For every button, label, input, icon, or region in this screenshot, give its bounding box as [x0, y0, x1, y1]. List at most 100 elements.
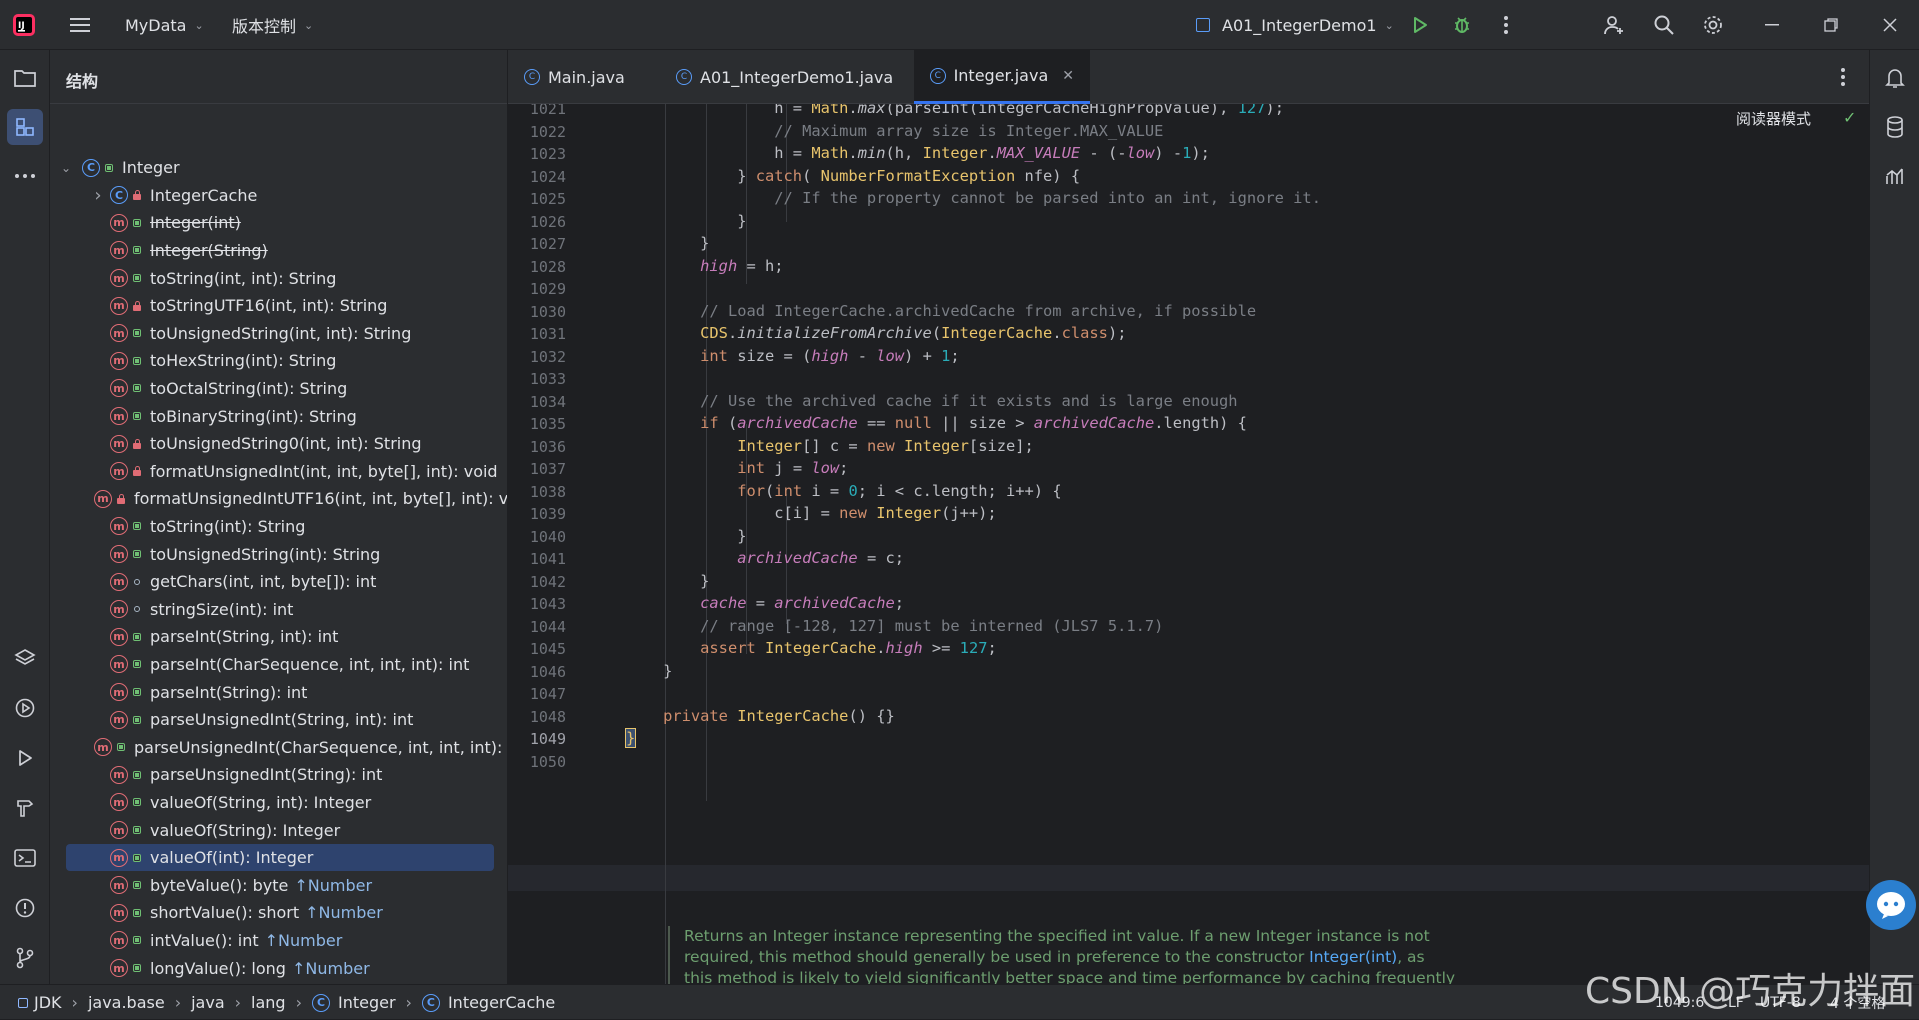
tree-item[interactable]: m valueOf(int): Integer	[66, 843, 494, 872]
breadcrumb-item[interactable]: Integer	[338, 993, 396, 1012]
line-number[interactable]: 1041	[508, 550, 566, 568]
code-line[interactable]: // Load IntegerCache.archivedCache from …	[626, 302, 1256, 320]
code-line[interactable]: }	[626, 234, 709, 252]
code-line[interactable]: }	[624, 728, 637, 748]
add-user-icon[interactable]	[1594, 0, 1634, 50]
code-line[interactable]: int j = low;	[626, 459, 848, 477]
code-line[interactable]: high = h;	[626, 257, 783, 275]
tree-item[interactable]: m formatUnsignedInt(int, int, byte[], int…	[50, 458, 500, 486]
tree-item[interactable]: m parseInt(String, int): int	[50, 623, 500, 651]
code-line[interactable]: // Use the archived cache if it exists a…	[626, 392, 1237, 410]
code-line[interactable]: // If the property cannot be parsed into…	[626, 189, 1321, 207]
tree-item[interactable]: › C IntegerCache	[50, 182, 500, 210]
tree-root-integer[interactable]: ⌄ C Integer	[50, 154, 500, 182]
code-line[interactable]: CDS.initializeFromArchive(IntegerCache.c…	[626, 324, 1126, 342]
line-number[interactable]: 1022	[508, 123, 566, 141]
tree-item[interactable]: m intValue(): int ↑Number	[50, 927, 500, 955]
line-number[interactable]: 1024	[508, 168, 566, 186]
breadcrumb-item[interactable]: IntegerCache	[448, 993, 555, 1012]
tree-item[interactable]: m longValue(): long ↑Number	[50, 954, 500, 982]
project-selector[interactable]: MyData ⌄	[125, 0, 204, 50]
line-number[interactable]: 1035	[508, 415, 566, 433]
tab-integer-java[interactable]: C Integer.java ✕	[914, 50, 1090, 104]
code-line[interactable]: int size = (high - low) + 1;	[626, 347, 960, 365]
line-number[interactable]: 1021	[508, 104, 566, 118]
tree-item[interactable]: m byteValue(): byte ↑Number	[50, 872, 500, 900]
chevron-down-icon[interactable]: ⌄	[58, 161, 74, 175]
close-icon[interactable]	[1870, 0, 1910, 50]
tree-item[interactable]: m shortValue(): short ↑Number	[50, 899, 500, 927]
code-line[interactable]: private IntegerCache() {}	[626, 707, 895, 725]
run-icon[interactable]	[1400, 0, 1440, 50]
tree-item[interactable]: m getChars(int, int, byte[]): int	[50, 568, 500, 596]
tree-item[interactable]: m parseUnsignedInt(CharSequence, int, int…	[50, 734, 507, 762]
tab-main-java[interactable]: C Main.java	[508, 50, 658, 104]
line-number[interactable]: 1029	[508, 280, 566, 298]
tree-item[interactable]: m formatUnsignedIntUTF16(int, int, byte[]…	[50, 485, 507, 513]
line-number[interactable]: 1026	[508, 213, 566, 231]
code-line[interactable]: // Maximum array size is Integer.MAX_VAL…	[626, 122, 1163, 140]
problems-icon[interactable]	[7, 890, 43, 926]
tree-item[interactable]: m toUnsignedString(int, int): String	[50, 320, 500, 348]
code-line[interactable]: archivedCache = c;	[626, 549, 904, 567]
tree-item[interactable]: m toBinaryString(int): String	[50, 402, 500, 430]
tree-item[interactable]: m valueOf(String): Integer	[50, 816, 500, 844]
line-number[interactable]: 1039	[508, 505, 566, 523]
assistant-avatar-icon[interactable]	[1866, 880, 1916, 930]
git-branch-icon[interactable]	[7, 940, 43, 976]
code-line[interactable]: for(int i = 0; i < c.length; i++) {	[626, 482, 1061, 500]
line-number[interactable]: 1050	[508, 753, 566, 771]
run-tool-icon[interactable]	[7, 740, 43, 776]
profiler-icon[interactable]	[1877, 158, 1913, 194]
code-line[interactable]: }	[626, 662, 672, 680]
line-number[interactable]: 1027	[508, 235, 566, 253]
line-number[interactable]: 1043	[508, 595, 566, 613]
code-editor[interactable]: 1021 h = Math.max(parseInt(integerCacheH…	[508, 104, 1869, 984]
code-line[interactable]: assert IntegerCache.high >= 127;	[626, 639, 997, 657]
tab-options-icon[interactable]	[1823, 52, 1863, 102]
code-line[interactable]: cache = archivedCache;	[626, 594, 904, 612]
code-line[interactable]: }	[626, 572, 709, 590]
line-number[interactable]: 1048	[508, 708, 566, 726]
structure-icon[interactable]	[7, 109, 43, 145]
line-number[interactable]: 1034	[508, 393, 566, 411]
code-line[interactable]: }	[626, 212, 746, 230]
breadcrumb-item[interactable]: JDK	[34, 993, 62, 1012]
inspection-ok-icon[interactable]: ✓	[1843, 108, 1856, 127]
line-number[interactable]: 1038	[508, 483, 566, 501]
more-actions-icon[interactable]	[1486, 0, 1526, 50]
tree-item[interactable]: m toStringUTF16(int, int): String	[50, 292, 500, 320]
notifications-bell-icon[interactable]	[1877, 60, 1913, 96]
line-number[interactable]: 1031	[508, 325, 566, 343]
line-number[interactable]: 1033	[508, 370, 566, 388]
terminal-icon[interactable]	[7, 840, 43, 876]
line-number[interactable]: 1044	[508, 618, 566, 636]
line-number[interactable]: 1036	[508, 438, 566, 456]
line-number[interactable]: 1023	[508, 145, 566, 163]
breadcrumb-item[interactable]: lang	[251, 993, 286, 1012]
close-tab-icon[interactable]: ✕	[1062, 68, 1074, 84]
tree-item[interactable]: m toUnsignedString0(int, int): String	[50, 430, 500, 458]
minimize-icon[interactable]	[1752, 0, 1792, 50]
line-number[interactable]: 1032	[508, 348, 566, 366]
line-number[interactable]: 1037	[508, 460, 566, 478]
vcs-selector[interactable]: 版本控制 ⌄	[232, 0, 313, 50]
line-number[interactable]: 1042	[508, 573, 566, 591]
code-line[interactable]: h = Math.max(parseInt(integerCacheHighPr…	[626, 104, 1284, 117]
line-number[interactable]: 1047	[508, 685, 566, 703]
run-config-selector[interactable]: A01_IntegerDemo1 ⌄	[1196, 0, 1394, 50]
debug-icon[interactable]	[1442, 0, 1482, 50]
code-line[interactable]: Integer[] c = new Integer[size];	[626, 437, 1034, 455]
search-icon[interactable]	[1644, 0, 1684, 50]
tree-item[interactable]: m parseInt(CharSequence, int, int, int): …	[50, 651, 500, 679]
more-tools-icon[interactable]	[7, 158, 43, 194]
build-hammer-icon[interactable]	[7, 790, 43, 826]
code-line[interactable]: }	[626, 527, 746, 545]
settings-gear-icon[interactable]	[1693, 0, 1733, 50]
breadcrumb-item[interactable]: java.base	[88, 993, 165, 1012]
project-folder-icon[interactable]	[7, 60, 43, 96]
line-number[interactable]: 1030	[508, 303, 566, 321]
line-number[interactable]: 1040	[508, 528, 566, 546]
tree-item[interactable]: m toOctalString(int): String	[50, 375, 500, 403]
code-line[interactable]: c[i] = new Integer(j++);	[626, 504, 996, 522]
